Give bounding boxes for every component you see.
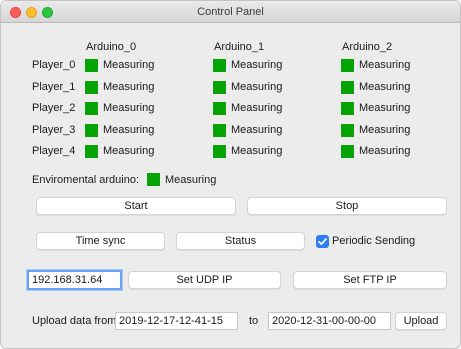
upload-from-input[interactable] [115,312,238,330]
stop-button[interactable]: Stop [247,197,447,215]
status-indicator [213,59,226,72]
status-indicator [341,102,354,115]
ip-address-input[interactable] [27,270,122,290]
column-header-arduino-2: Arduino_2 [342,41,393,53]
status-text: Measuring [103,102,155,114]
status-indicator [85,145,98,158]
status-text: Measuring [359,81,411,93]
periodic-sending-label[interactable]: Periodic Sending [332,235,415,247]
status-indicator [341,59,354,72]
status-text: Measuring [103,145,155,157]
status-text: Measuring [103,81,155,93]
status-button[interactable]: Status [176,232,305,250]
status-indicator [85,102,98,115]
player-label: Player_4 [32,145,76,157]
status-indicator [85,59,98,72]
status-indicator [341,124,354,137]
status-text: Measuring [231,124,283,136]
status-text: Measuring [359,145,411,157]
status-text: Measuring [103,59,155,71]
player-label: Player_0 [32,59,76,71]
status-text: Measuring [231,59,283,71]
player-label: Player_2 [32,102,76,114]
title-bar: Control Panel [1,1,460,23]
status-indicator [341,81,354,94]
status-text: Measuring [231,102,283,114]
status-indicator [341,145,354,158]
control-panel-window: Control Panel Arduino_0 Arduino_1 Arduin… [0,0,461,349]
status-text: Measuring [231,81,283,93]
upload-to-input[interactable] [268,312,391,330]
upload-button[interactable]: Upload [395,312,447,330]
environmental-status-text: Measuring [165,174,217,186]
window-title: Control Panel [197,6,264,18]
column-header-arduino-0: Arduino_0 [86,41,137,53]
upload-to-label: to [249,315,259,327]
set-ftp-ip-button[interactable]: Set FTP IP [293,271,447,289]
column-header-arduino-1: Arduino_1 [214,41,265,53]
status-text: Measuring [103,124,155,136]
status-indicator [213,81,226,94]
status-text: Measuring [359,124,411,136]
status-text: Measuring [231,145,283,157]
environmental-status-indicator [147,173,160,186]
status-indicator [213,102,226,115]
periodic-sending-checkbox[interactable] [316,235,329,248]
player-label: Player_3 [32,124,76,136]
status-indicator [85,124,98,137]
upload-from-label: Upload data from [32,315,117,327]
status-indicator [213,145,226,158]
status-text: Measuring [359,59,411,71]
start-button[interactable]: Start [36,197,236,215]
checkmark-icon [318,238,327,246]
status-text: Measuring [359,102,411,114]
environmental-label: Enviromental arduino: [32,174,140,186]
status-indicator [213,124,226,137]
status-indicator [85,81,98,94]
player-label: Player_1 [32,81,76,93]
set-udp-ip-button[interactable]: Set UDP IP [128,271,281,289]
time-sync-button[interactable]: Time sync [36,232,165,250]
